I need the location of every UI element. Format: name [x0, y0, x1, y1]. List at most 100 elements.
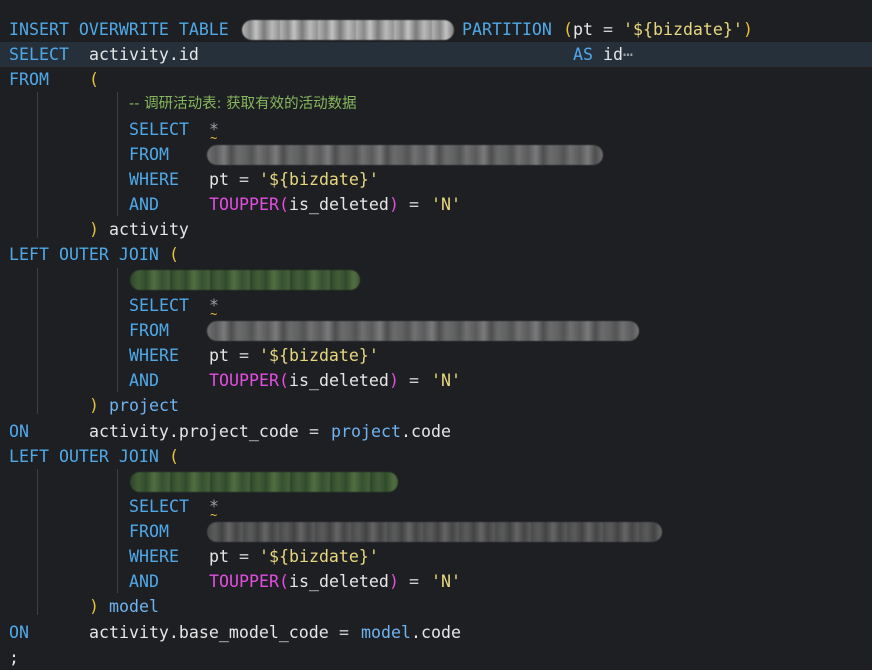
code-line-19[interactable]	[0, 469, 872, 494]
keyword-as: AS	[573, 45, 593, 64]
string-n: 'N'	[431, 371, 461, 390]
keyword-where: WHERE	[129, 547, 179, 566]
equals-operator: =	[239, 547, 249, 566]
close-paren: )	[389, 195, 399, 214]
code-line-3[interactable]: FROM (	[0, 67, 872, 92]
function-toupper: TOUPPER	[209, 371, 279, 390]
code-line-14[interactable]: WHERE pt = '${bizdate}'	[0, 343, 872, 368]
redacted-source-table	[207, 321, 639, 341]
fold-ellipsis-icon[interactable]: ⋯	[623, 42, 633, 67]
equals-operator: =	[409, 371, 419, 390]
close-paren: )	[743, 20, 753, 39]
open-paren: (	[279, 195, 289, 214]
close-paren: )	[89, 396, 99, 415]
redacted-source-table	[207, 145, 603, 165]
join-left-column: activity.project_code	[89, 422, 299, 441]
column-pt: pt	[209, 346, 229, 365]
keyword-partition: PARTITION	[462, 20, 552, 39]
code-line-18[interactable]: LEFT OUTER JOIN (	[0, 444, 872, 469]
join-right-field: .code	[401, 422, 451, 441]
keyword-left-outer-join: LEFT OUTER JOIN	[9, 447, 159, 466]
keyword-from: FROM	[129, 321, 169, 340]
equals-operator: =	[239, 346, 249, 365]
code-line-9[interactable]: ) activity	[0, 217, 872, 242]
code-line-4[interactable]: -- 调研活动表: 获取有效的活动数据	[0, 92, 872, 117]
code-line-24[interactable]: ) model	[0, 594, 872, 619]
keyword-where: WHERE	[129, 170, 179, 189]
code-line-26[interactable]: ;	[0, 645, 872, 670]
join-right-field: .code	[411, 623, 461, 642]
code-line-25[interactable]: ON activity.base_model_code = model .cod…	[0, 620, 872, 645]
subquery-alias-activity: activity	[109, 220, 189, 239]
subquery-alias-project: project	[109, 396, 179, 415]
keyword-select: SELECT	[129, 497, 189, 516]
open-paren: (	[279, 572, 289, 591]
close-paren: )	[89, 220, 99, 239]
redacted-source-table	[207, 522, 662, 542]
sql-comment: -- 调研活动表: 获取有效的活动数据	[129, 96, 357, 112]
close-paren: )	[389, 572, 399, 591]
equals-operator: =	[409, 572, 419, 591]
keyword-from: FROM	[129, 522, 169, 541]
bizdate-string: '${bizdate}'	[259, 547, 379, 566]
function-toupper: TOUPPER	[209, 572, 279, 591]
keyword-on: ON	[9, 623, 29, 642]
code-line-12[interactable]: SELECT * ~	[0, 293, 872, 321]
sql-code-editor[interactable]: INSERT OVERWRITE TABLE PARTITION ( pt = …	[0, 0, 872, 670]
warning-squiggle-icon: ~	[210, 508, 218, 522]
bizdate-string: '${bizdate}'	[259, 170, 379, 189]
column-is-deleted: is_deleted	[289, 371, 389, 390]
code-line-2[interactable]: SELECT activity.id AS id ⋯	[0, 42, 872, 67]
code-line-17[interactable]: ON activity.project_code = project .code	[0, 419, 872, 444]
equals-operator: =	[339, 623, 349, 642]
join-right-table: model	[361, 623, 411, 642]
code-line-13[interactable]: FROM	[0, 318, 872, 343]
code-line-20[interactable]: SELECT * ~	[0, 494, 872, 522]
open-paren: (	[89, 70, 99, 89]
function-toupper: TOUPPER	[209, 195, 279, 214]
bizdate-string: '${bizdate}'	[259, 346, 379, 365]
keyword-from: FROM	[129, 145, 169, 164]
statement-terminator: ;	[9, 648, 19, 667]
code-line-16[interactable]: ) project	[0, 393, 872, 418]
code-line-22[interactable]: WHERE pt = '${bizdate}'	[0, 544, 872, 569]
redacted-comment	[130, 270, 360, 290]
subquery-alias-model: model	[109, 597, 159, 616]
open-paren: (	[169, 447, 179, 466]
warning-squiggle-icon: ~	[210, 131, 218, 145]
keyword-insert-overwrite-table: INSERT OVERWRITE TABLE	[9, 20, 229, 39]
code-line-23[interactable]: AND TOUPPER ( is_deleted ) = 'N'	[0, 569, 872, 594]
open-paren: (	[563, 20, 573, 39]
keyword-select: SELECT	[129, 296, 189, 315]
join-left-column: activity.base_model_code	[89, 623, 329, 642]
equals-operator: =	[603, 20, 613, 39]
close-paren: )	[389, 371, 399, 390]
code-line-10[interactable]: LEFT OUTER JOIN (	[0, 242, 872, 267]
column-pt: pt	[209, 170, 229, 189]
redacted-table-name	[242, 20, 454, 40]
join-right-table: project	[331, 422, 401, 441]
keyword-from: FROM	[9, 70, 49, 89]
keyword-left-outer-join: LEFT OUTER JOIN	[9, 245, 159, 264]
code-line-8[interactable]: AND TOUPPER ( is_deleted ) = 'N'	[0, 192, 872, 217]
code-line-5[interactable]: SELECT * ~	[0, 117, 872, 145]
keyword-and: AND	[129, 195, 159, 214]
code-line-11[interactable]	[0, 267, 872, 292]
keyword-and: AND	[129, 572, 159, 591]
code-line-21[interactable]: FROM	[0, 519, 872, 544]
bizdate-string: '${bizdate}'	[623, 20, 743, 39]
open-paren: (	[169, 245, 179, 264]
code-line-15[interactable]: AND TOUPPER ( is_deleted ) = 'N'	[0, 368, 872, 393]
string-n: 'N'	[431, 572, 461, 591]
code-line-6[interactable]: FROM	[0, 142, 872, 167]
close-paren: )	[89, 597, 99, 616]
warning-squiggle-icon: ~	[210, 307, 218, 321]
open-paren: (	[279, 371, 289, 390]
keyword-select: SELECT	[129, 120, 189, 139]
code-line-1[interactable]: INSERT OVERWRITE TABLE PARTITION ( pt = …	[0, 17, 872, 42]
keyword-select: SELECT	[9, 45, 69, 64]
column-is-deleted: is_deleted	[289, 572, 389, 591]
code-line-7[interactable]: WHERE pt = '${bizdate}'	[0, 167, 872, 192]
equals-operator: =	[309, 422, 319, 441]
column-alias-id: id	[603, 45, 623, 64]
